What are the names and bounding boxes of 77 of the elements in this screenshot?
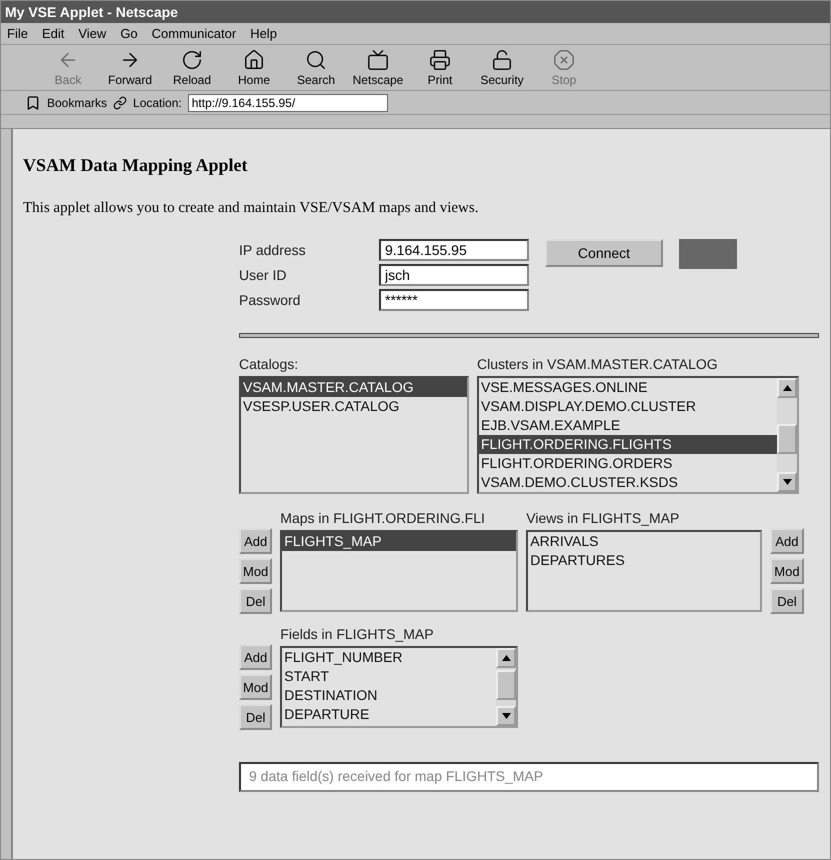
- list-label: Catalogs:: [239, 356, 300, 372]
- down-arrow-icon: [502, 713, 511, 719]
- status-message: 9 data field(s) received for map FLIGHTS_MAP: [239, 762, 819, 792]
- list-box[interactable]: FLIGHT_NUMBER START DESTINATION DEPARTURE: [280, 646, 518, 728]
- search-icon: [305, 48, 327, 70]
- list-action-button[interactable]: Del: [239, 588, 272, 614]
- intro-text: This applet allows you to create and maintain VSE/VSAM maps and views.: [23, 200, 480, 217]
- page-heading: VSAM Data Mapping Applet: [23, 155, 249, 176]
- list-item[interactable]: VSESP.USER.CATALOG: [241, 397, 467, 416]
- toolbar-button[interactable]: Security: [471, 46, 533, 88]
- scrollbar[interactable]: [777, 378, 797, 492]
- input-field[interactable]: 9.164.155.95: [379, 239, 529, 261]
- stop-icon: [553, 48, 575, 70]
- house-icon: [243, 48, 265, 70]
- scrollbar[interactable]: [496, 648, 516, 726]
- url-field[interactable]: http://9.164.155.95/: [188, 94, 388, 112]
- list-item[interactable]: ARRIVALS: [528, 532, 760, 551]
- padlock-icon: [491, 48, 513, 70]
- tv-icon: [367, 48, 389, 70]
- list-label: Fields in FLIGHTS_MAP: [280, 626, 435, 642]
- list-item[interactable]: START: [282, 667, 496, 686]
- list-item[interactable]: FLIGHTS_MAP: [282, 532, 516, 551]
- list-item[interactable]: EJB.VSAM.EXAMPLE: [479, 416, 777, 435]
- list-item[interactable]: FLIGHT.ORDERING.FLIGHTS: [479, 435, 777, 454]
- location-label: Location:: [133, 96, 182, 110]
- down-arrow-icon: [782, 479, 792, 485]
- list-action-button[interactable]: Del: [239, 704, 272, 730]
- printer-icon: [429, 48, 451, 70]
- input-field[interactable]: ******: [379, 289, 529, 311]
- list-box[interactable]: ARRIVALS DEPARTURES: [526, 530, 762, 612]
- menu-item[interactable]: Help: [250, 26, 277, 41]
- link-icon: [113, 96, 128, 110]
- list-action-button[interactable]: Mod: [239, 558, 272, 584]
- toolbar-button[interactable]: Search: [285, 46, 347, 88]
- toolbar-button[interactable]: Forward: [99, 46, 161, 88]
- list-item[interactable]: DEPARTURES: [528, 551, 760, 570]
- bookmarks-button[interactable]: Bookmarks: [47, 96, 108, 110]
- list-item[interactable]: FLIGHT_NUMBER: [282, 648, 496, 667]
- status-indicator: [679, 239, 737, 269]
- list-action-button[interactable]: Mod: [770, 558, 804, 584]
- list-item[interactable]: FLIGHT.ORDERING.ORDERS: [479, 454, 777, 473]
- list-item[interactable]: VSAM.MASTER.CATALOG: [241, 378, 467, 397]
- window-title: My VSE Applet - Netscape: [5, 4, 178, 20]
- menu-item[interactable]: View: [78, 26, 106, 41]
- list-label: Clusters in VSAM.MASTER.CATALOG: [477, 356, 719, 372]
- list-action-button[interactable]: Del: [770, 588, 804, 614]
- field-label: Password: [239, 292, 302, 308]
- list-box[interactable]: FLIGHTS_MAP: [280, 530, 518, 612]
- toolbar-button[interactable]: Print: [409, 46, 471, 88]
- menu-item[interactable]: Go: [120, 26, 138, 41]
- list-item[interactable]: DESTINATION: [282, 686, 496, 705]
- list-action-button[interactable]: Add: [239, 644, 272, 670]
- field-label: IP address: [239, 242, 307, 258]
- input-field[interactable]: jsch: [379, 264, 529, 286]
- connect-button[interactable]: Connect: [545, 239, 663, 267]
- list-item[interactable]: DEPARTURE: [282, 705, 496, 724]
- list-label: Views in FLIGHTS_MAP: [526, 510, 680, 526]
- up-arrow-icon: [502, 655, 511, 661]
- list-action-button[interactable]: Add: [239, 528, 272, 554]
- list-box[interactable]: VSE.MESSAGES.ONLINE VSAM.DISPLAY.DEMO.CLUSTER EJB.VSAM.EXAMPLE FLIGHT.ORDERING.FLIGHTS FLIGHT.ORDERING.ORDERS VSAM.DEMO.CLUSTER.KSDS: [477, 376, 799, 494]
- bookmark-icon: [25, 94, 41, 110]
- toolbar-button[interactable]: Netscape: [347, 46, 409, 88]
- toolbar-button[interactable]: Reload: [161, 46, 223, 88]
- list-item[interactable]: VSE.MESSAGES.ONLINE: [479, 378, 777, 397]
- list-item[interactable]: VSAM.DISPLAY.DEMO.CLUSTER: [479, 397, 777, 416]
- list-action-button[interactable]: Mod: [239, 674, 272, 700]
- up-arrow-icon: [782, 385, 792, 391]
- toolbar-button[interactable]: Home: [223, 46, 285, 88]
- list-box[interactable]: VSAM.MASTER.CATALOG VSESP.USER.CATALOG: [239, 376, 469, 494]
- list-label: Maps in FLIGHT.ORDERING.FLI: [280, 510, 486, 526]
- list-action-button[interactable]: Add: [770, 528, 804, 554]
- list-item[interactable]: VSAM.DEMO.CLUSTER.KSDS: [479, 473, 777, 492]
- menu-item[interactable]: Edit: [42, 26, 64, 41]
- field-label: User ID: [239, 267, 288, 283]
- menu-item[interactable]: Communicator: [152, 26, 236, 41]
- menu-item[interactable]: File: [7, 26, 28, 41]
- reload-icon: [181, 48, 203, 70]
